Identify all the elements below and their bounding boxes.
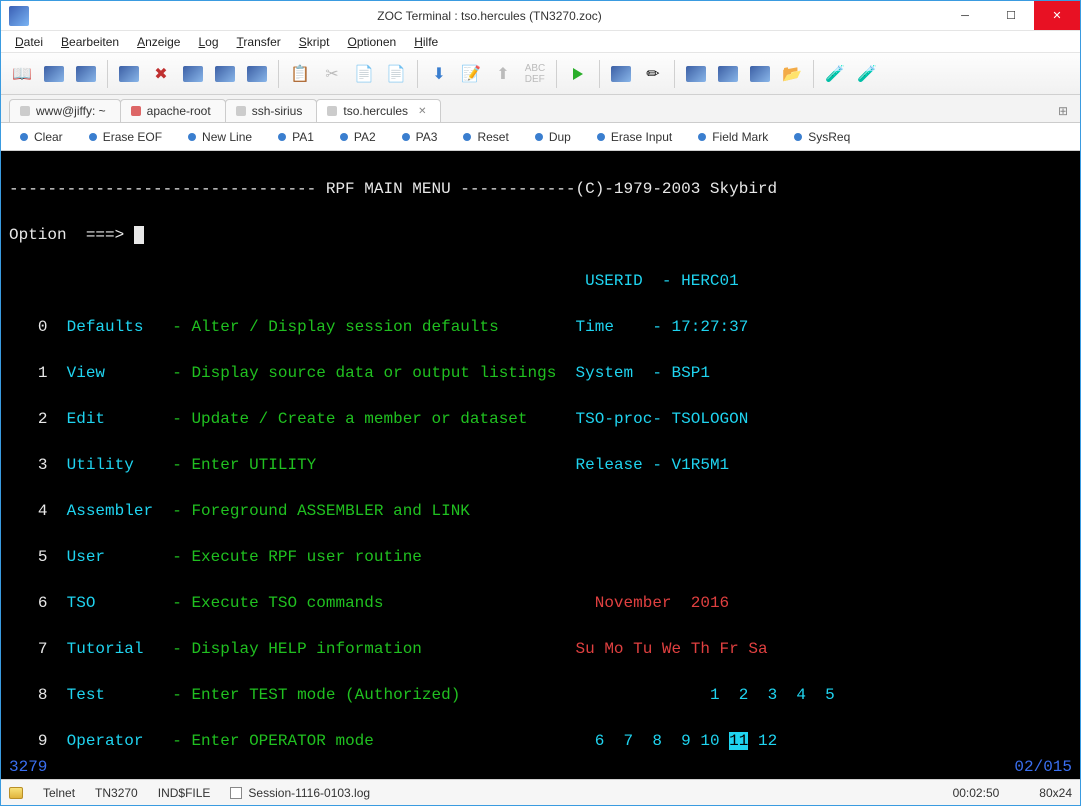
tb-cut-icon[interactable]: ✂: [317, 59, 347, 89]
tab-ssh-sirius[interactable]: ssh-sirius: [225, 99, 318, 122]
tb-phonebook-icon[interactable]: 📖: [7, 59, 37, 89]
term-status-left: 3279: [9, 756, 47, 779]
tb-paste-icon[interactable]: 📄: [349, 59, 379, 89]
status-session: Session-1116-0103.log: [248, 786, 370, 800]
term-status-right: 02/015: [1014, 756, 1072, 779]
tb-record-icon[interactable]: [178, 59, 208, 89]
tb-screen-icon[interactable]: [606, 59, 636, 89]
qbtn-dup[interactable]: Dup: [524, 126, 582, 148]
tab-apache-root[interactable]: apache-root: [120, 99, 226, 122]
minimize-button[interactable]: ─: [942, 1, 988, 30]
menu-bar: Datei Bearbeiten Anzeige Log Transfer Sk…: [1, 31, 1080, 53]
window-controls: ─ ☐ ✕: [942, 1, 1080, 30]
tb-pencil-icon[interactable]: ✏: [638, 59, 668, 89]
tb-flask2-icon[interactable]: 🧪: [852, 59, 882, 89]
tab-label: www@jiffy: ~: [36, 104, 106, 118]
tb-upload-icon[interactable]: 📝: [456, 59, 486, 89]
qbtn-sysreq[interactable]: SysReq: [783, 126, 861, 148]
terminal-screen[interactable]: -------------------------------- RPF MAI…: [1, 151, 1080, 779]
quick-buttons: Clear Erase EOF New Line PA1 PA2 PA3 Res…: [1, 123, 1080, 151]
menu-anzeige[interactable]: Anzeige: [129, 33, 188, 51]
tb-edit-icon[interactable]: [242, 59, 272, 89]
maximize-button[interactable]: ☐: [988, 1, 1034, 30]
qbtn-pa2[interactable]: PA2: [329, 126, 387, 148]
connection-icon: [9, 787, 23, 799]
status-ind: IND$FILE: [158, 786, 211, 800]
qbtn-field-mark[interactable]: Field Mark: [687, 126, 779, 148]
tb-stop-icon[interactable]: ✖: [146, 59, 176, 89]
tab-label: tso.hercules: [343, 104, 408, 118]
qbtn-pa3[interactable]: PA3: [391, 126, 449, 148]
tb-disconnect-icon[interactable]: [71, 59, 101, 89]
toolbar: 📖 ✖ 📋 ✂ 📄 📄 ⬇ 📝 ⬆ ABCDEF ✏ 📂 🧪 🧪: [1, 53, 1080, 95]
qbtn-erase-eof[interactable]: Erase EOF: [78, 126, 173, 148]
status-size: 80x24: [1039, 786, 1072, 800]
status-conn: Telnet: [43, 786, 75, 800]
tb-abc-icon[interactable]: ABCDEF: [520, 59, 550, 89]
tab-label: apache-root: [147, 104, 211, 118]
qbtn-new-line[interactable]: New Line: [177, 126, 263, 148]
menu-datei[interactable]: Datei: [7, 33, 51, 51]
status-bar: Telnet TN3270 IND$FILE Session-1116-0103…: [1, 779, 1080, 805]
tb-script-icon[interactable]: [114, 59, 144, 89]
tb-paste2-icon[interactable]: 📄: [381, 59, 411, 89]
menu-hilfe[interactable]: Hilfe: [406, 33, 446, 51]
qbtn-reset[interactable]: Reset: [452, 126, 519, 148]
menu-bearbeiten[interactable]: Bearbeiten: [53, 33, 127, 51]
session-tabs: www@jiffy: ~ apache-root ssh-sirius tso.…: [1, 95, 1080, 123]
window-titlebar: ZOC Terminal : tso.hercules (TN3270.zoc)…: [1, 1, 1080, 31]
session-log-checkbox[interactable]: [230, 787, 242, 799]
qbtn-clear[interactable]: Clear: [9, 126, 74, 148]
tb-tool2-icon[interactable]: [713, 59, 743, 89]
menu-optionen[interactable]: Optionen: [339, 33, 404, 51]
close-button[interactable]: ✕: [1034, 1, 1080, 30]
tb-run-icon[interactable]: [563, 59, 593, 89]
app-icon: [9, 6, 29, 26]
tb-connect-icon[interactable]: [39, 59, 69, 89]
tab-tso-hercules[interactable]: tso.hercules ✕: [316, 99, 441, 122]
tab-label: ssh-sirius: [252, 104, 303, 118]
tab-overflow-icon[interactable]: ⊞: [1054, 100, 1072, 122]
menu-log[interactable]: Log: [190, 33, 226, 51]
tab-www-jiffy[interactable]: www@jiffy: ~: [9, 99, 121, 122]
qbtn-pa1[interactable]: PA1: [267, 126, 325, 148]
tb-flask1-icon[interactable]: 🧪: [820, 59, 850, 89]
tb-play-icon[interactable]: [210, 59, 240, 89]
close-icon[interactable]: ✕: [418, 106, 426, 117]
tb-tool1-icon[interactable]: [681, 59, 711, 89]
tb-copy-icon[interactable]: 📋: [285, 59, 315, 89]
menu-skript[interactable]: Skript: [291, 33, 338, 51]
tb-send-icon[interactable]: ⬆: [488, 59, 518, 89]
menu-transfer[interactable]: Transfer: [229, 33, 289, 51]
tb-tool3-icon[interactable]: [745, 59, 775, 89]
status-proto: TN3270: [95, 786, 138, 800]
cursor: [134, 226, 144, 244]
status-elapsed: 00:02:50: [953, 786, 1000, 800]
qbtn-erase-input[interactable]: Erase Input: [586, 126, 683, 148]
window-title: ZOC Terminal : tso.hercules (TN3270.zoc): [37, 9, 942, 23]
tb-download-icon[interactable]: ⬇: [424, 59, 454, 89]
tb-folder-icon[interactable]: 📂: [777, 59, 807, 89]
